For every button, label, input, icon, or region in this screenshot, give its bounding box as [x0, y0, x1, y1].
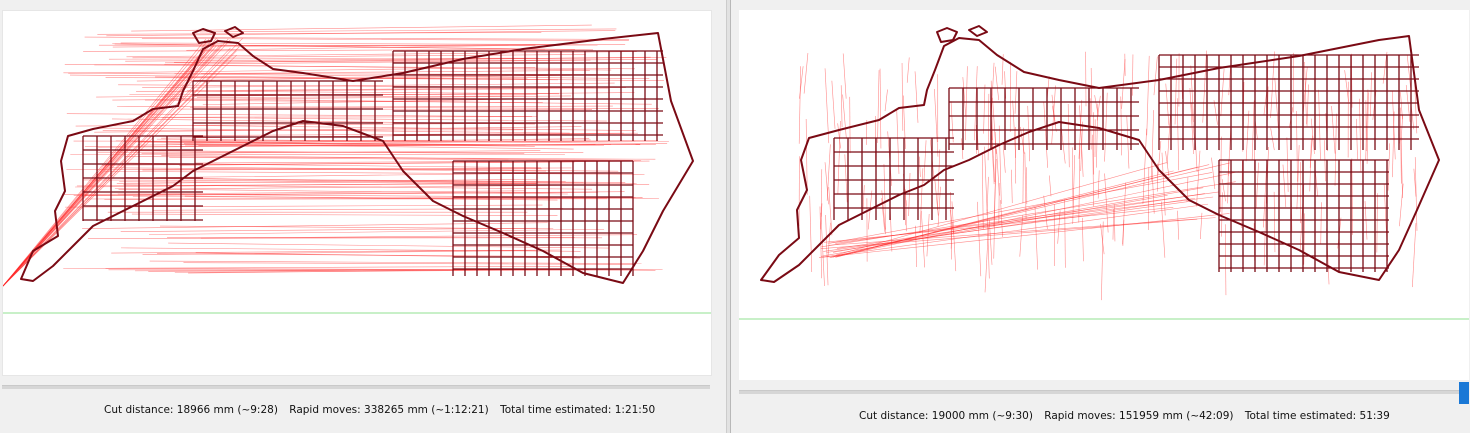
- right-total-time: Total time estimated: 51:39: [1244, 410, 1390, 422]
- left-preview-panel: Cut distance: 18966 mm (~9:28) Rapid mov…: [0, 0, 727, 433]
- left-toolpath-drawing: [3, 24, 711, 314]
- left-horizontal-scrollbar[interactable]: [2, 385, 710, 389]
- right-cut-distance: Cut distance: 19000 mm (~9:30): [859, 410, 1033, 422]
- scroll-thumb[interactable]: [1459, 382, 1469, 404]
- right-toolpath-drawing: [739, 25, 1469, 320]
- left-cut-distance: Cut distance: 18966 mm (~9:28): [104, 404, 278, 416]
- left-rapid-moves: Rapid moves: 338265 mm (~1:12:21): [289, 404, 489, 416]
- right-rapid-moves: Rapid moves: 151959 mm (~42:09): [1044, 410, 1234, 422]
- left-total-time: Total time estimated: 1:21:50: [500, 404, 656, 416]
- right-toolpath-canvas[interactable]: [739, 10, 1469, 380]
- right-preview-panel: Cut distance: 19000 mm (~9:30) Rapid mov…: [730, 0, 1470, 433]
- right-horizontal-scrollbar[interactable]: [739, 390, 1461, 394]
- left-status-bar: Cut distance: 18966 mm (~9:28) Rapid mov…: [104, 404, 655, 416]
- right-status-bar: Cut distance: 19000 mm (~9:30) Rapid mov…: [859, 410, 1390, 422]
- left-toolpath-canvas[interactable]: [2, 10, 712, 376]
